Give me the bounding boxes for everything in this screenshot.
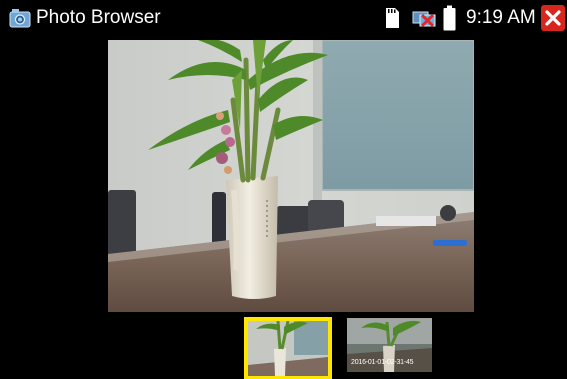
camera-icon xyxy=(9,9,31,28)
main-photo[interactable] xyxy=(108,40,474,312)
title-bar: Photo Browser 9:19 AM xyxy=(0,0,567,37)
thumbnail-caption: 2016-01-01-02-31-45 xyxy=(351,359,414,366)
app-title: Photo Browser xyxy=(36,7,161,28)
sd-card-icon xyxy=(386,8,399,28)
close-button[interactable] xyxy=(541,5,565,31)
photo-browser-screen: Photo Browser 9:19 AM 2016-01-01-02-31-4… xyxy=(0,0,567,379)
thumbnail-item[interactable]: 2016-01-01-02-31-45 xyxy=(347,318,432,372)
thumbnail-image xyxy=(248,321,328,376)
close-icon xyxy=(545,10,561,26)
photo-image xyxy=(108,40,474,312)
clock: 9:19 AM xyxy=(466,7,536,28)
network-disconnected-icon xyxy=(412,11,436,28)
battery-icon xyxy=(443,5,456,31)
thumbnail-strip: 2016-01-01-02-31-45 xyxy=(0,313,567,379)
thumbnail-selected[interactable] xyxy=(244,317,332,379)
